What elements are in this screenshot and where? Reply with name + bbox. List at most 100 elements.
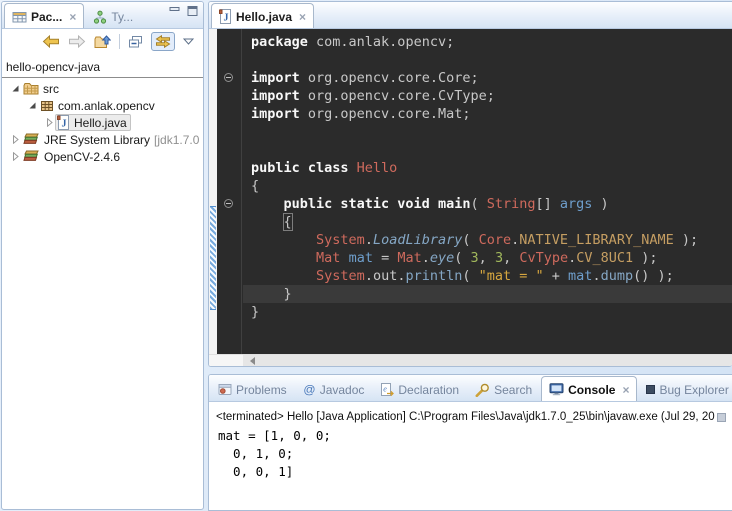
- code-line: }: [243, 303, 732, 321]
- library-icon: [23, 133, 40, 146]
- tab-label: Declaration: [398, 383, 459, 397]
- editor-tab-hello-java[interactable]: JHello.java×: [211, 3, 314, 29]
- eclipse-workbench: { "window": { "background_color": "#d6e4…: [0, 0, 732, 511]
- code-editor[interactable]: package com.anlak.opencv; import org.open…: [209, 29, 732, 354]
- view-menu-icon[interactable]: [183, 38, 194, 45]
- javadoc-icon: @: [303, 383, 316, 396]
- library-icon: [23, 150, 40, 163]
- expanded-arrow-icon[interactable]: [27, 101, 38, 110]
- tree-item-src[interactable]: src: [2, 80, 203, 97]
- tab-label: Bug Explorer: [659, 383, 728, 397]
- method-range-indicator: [210, 206, 216, 310]
- console-icon: [549, 383, 564, 396]
- package-folder-icon: [23, 82, 39, 95]
- java-file-icon: J: [57, 115, 70, 130]
- console-process-label: <terminated> Hello [Java Application] C:…: [209, 402, 732, 425]
- console-tab-search[interactable]: Search: [468, 378, 539, 401]
- left-view-tabbar: Pac... × Ty...: [2, 2, 203, 29]
- code-text[interactable]: package com.anlak.opencv; import org.open…: [243, 33, 732, 321]
- collapsed-arrow-icon[interactable]: [10, 152, 21, 161]
- code-line: }: [243, 285, 732, 303]
- folding-column[interactable]: [217, 29, 242, 354]
- code-line: [243, 51, 732, 69]
- tree-item-jre-system-library[interactable]: JRE System Library [jdk1.7.0: [2, 131, 203, 148]
- tree-item-opencv-2-4-6[interactable]: OpenCV-2.4.6: [2, 148, 203, 165]
- tab-label: Ty...: [111, 10, 133, 24]
- link-with-editor-icon: [155, 35, 171, 48]
- scrollbar-track[interactable]: [243, 355, 732, 367]
- up-icon[interactable]: [94, 35, 111, 49]
- collapsed-arrow-icon[interactable]: [44, 118, 55, 127]
- fold-collapse-icon[interactable]: [224, 73, 233, 82]
- console-tab-problems[interactable]: Problems: [211, 378, 294, 401]
- bug-square-icon: [646, 385, 655, 394]
- code-line: Mat mat = Mat.eye( 3, 3, CvType.CV_8UC1 …: [243, 249, 732, 267]
- code-line: {: [243, 213, 732, 231]
- view-tab-ty[interactable]: Ty...: [86, 5, 140, 28]
- console-tab-javadoc[interactable]: @Javadoc: [296, 378, 372, 401]
- view-window-buttons: [169, 6, 198, 16]
- console-tab-declaration[interactable]: e Declaration: [373, 378, 466, 401]
- code-line: public static void main( String[] args ): [243, 195, 732, 213]
- package-explorer-toolbar: [2, 29, 203, 54]
- link-with-editor-button[interactable]: [151, 32, 175, 51]
- package-icon: [40, 100, 54, 112]
- tab-label: Console: [568, 383, 615, 397]
- tree-item-content: com.anlak.opencv: [38, 98, 159, 114]
- minimize-icon[interactable]: [169, 6, 180, 16]
- forward-icon[interactable]: [68, 35, 86, 48]
- code-line: System.out.println( "mat = " + mat.dump(…: [243, 267, 732, 285]
- code-line: import org.opencv.core.CvType;: [243, 87, 732, 105]
- tree-item-decoration: [jdk1.7.0: [154, 133, 199, 147]
- project-tree: hello-opencv-java srccom.anlak.opencv J He…: [2, 54, 203, 165]
- annotation-ruler[interactable]: [209, 29, 217, 354]
- tree-item-label: OpenCV-2.4.6: [44, 150, 120, 164]
- console-output-line: 0, 0, 1]: [218, 463, 732, 481]
- tree-items: srccom.anlak.opencv J Hello.java JRE System…: [2, 80, 203, 165]
- tab-label: Search: [494, 383, 532, 397]
- console-output-line: mat = [1, 0, 0;: [218, 427, 732, 445]
- package-explorer-view: Pac... × Ty... hello-opencv-java srccom.an…: [1, 1, 204, 510]
- collapsed-arrow-icon[interactable]: [10, 135, 21, 144]
- package-explorer-icon: [12, 10, 27, 24]
- left-tabs: Pac... × Ty...: [2, 2, 140, 28]
- code-line: [243, 123, 732, 141]
- code-line: package com.anlak.opencv;: [243, 33, 732, 51]
- collapse-all-icon[interactable]: [128, 35, 143, 49]
- project-root[interactable]: hello-opencv-java: [2, 58, 203, 78]
- console-output: mat = [1, 0, 0; 0, 1, 0; 0, 0, 1]: [209, 425, 732, 481]
- scrollbar-corner: [209, 355, 243, 367]
- tree-item-com-anlak-opencv[interactable]: com.anlak.opencv: [2, 97, 203, 114]
- declaration-icon: e: [380, 383, 394, 397]
- toolbar-separator: [119, 34, 120, 49]
- code-line: import org.opencv.core.Core;: [243, 69, 732, 87]
- tree-item-hello-java[interactable]: J Hello.java: [2, 114, 203, 131]
- horizontal-scrollbar[interactable]: [209, 354, 732, 367]
- fold-collapse-icon[interactable]: [224, 199, 233, 208]
- tab-label: Pac...: [31, 10, 62, 24]
- console-tab-console[interactable]: Console ×: [541, 376, 637, 402]
- back-icon[interactable]: [42, 35, 60, 48]
- code-line: [243, 141, 732, 159]
- tree-item-label: JRE System Library: [44, 133, 150, 147]
- type-hierarchy-icon: [93, 10, 107, 24]
- tree-item-content: JRE System Library [jdk1.7.0: [21, 132, 203, 148]
- view-tab-pac[interactable]: Pac... ×: [4, 3, 84, 29]
- code-line: public class Hello: [243, 159, 732, 177]
- console-tab-bug-explorer[interactable]: Bug Explorer: [639, 378, 732, 401]
- console-toolbar-button[interactable]: [717, 413, 726, 422]
- svg-text:@: @: [303, 383, 315, 396]
- close-icon[interactable]: ×: [299, 10, 306, 24]
- editor-tabbar: JHello.java×: [209, 2, 732, 29]
- tab-label: Hello.java: [236, 10, 292, 24]
- scroll-left-arrow-icon[interactable]: [250, 357, 255, 365]
- tree-item-content: src: [21, 81, 63, 97]
- expanded-arrow-icon[interactable]: [10, 84, 21, 93]
- close-icon[interactable]: ×: [622, 383, 629, 397]
- close-icon[interactable]: ×: [69, 10, 76, 24]
- tab-label: Problems: [236, 383, 287, 397]
- code-line: System.LoadLibrary( Core.NATIVE_LIBRARY_…: [243, 231, 732, 249]
- tree-item-label: Hello.java: [74, 116, 127, 130]
- maximize-icon[interactable]: [187, 6, 198, 16]
- svg-text:J: J: [62, 119, 67, 130]
